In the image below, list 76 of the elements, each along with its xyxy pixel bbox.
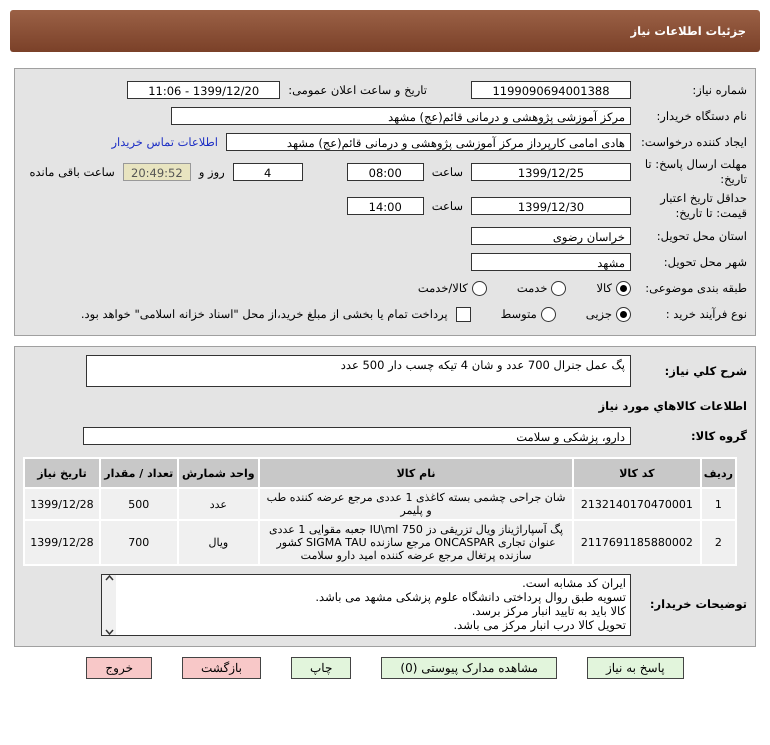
note-line: کالا باید به تایید انبار مرکز برسد. xyxy=(470,604,626,618)
table-cell: 2 xyxy=(702,521,735,564)
field-label: شرح كلي نياز: xyxy=(664,364,747,378)
table-cell: 700 xyxy=(100,521,177,564)
page-header: جزئیات اطلاعات نیاز xyxy=(10,10,760,52)
field-label: ساعت باقی مانده xyxy=(30,165,115,179)
option-label: کالا xyxy=(596,281,612,295)
action-button[interactable]: چاپ xyxy=(291,657,352,679)
city-field: مشهد xyxy=(471,253,631,271)
table-cell: عدد xyxy=(178,489,258,519)
field-label: شماره نیاز: xyxy=(691,82,747,98)
field-label: ساعت xyxy=(432,199,463,213)
field-label: ایجاد کننده درخواست: xyxy=(640,134,747,150)
table-cell: ویال xyxy=(178,521,258,564)
contact-link[interactable]: اطلاعات تماس خریدار xyxy=(111,135,218,149)
deadline-time-field: 08:00 xyxy=(346,163,424,181)
table-cell: شان جراحی چشمی بسته کاغذی 1 عددی مرجع عرضه کننده طب و پلیمر xyxy=(260,489,572,519)
radio-button[interactable] xyxy=(616,280,631,296)
field-label: حداقل تاریخ اعتبار قیمت: تا تاریخ: xyxy=(658,191,747,221)
radio-button[interactable] xyxy=(540,306,556,322)
section-title: اطلاعات كالاهاي مورد نياز xyxy=(598,399,747,413)
province-field: خراسان رضوی xyxy=(471,227,631,245)
table-cell: 1 xyxy=(702,489,735,519)
table-cell: 1399/12/28 xyxy=(25,521,99,564)
field-label: نوع فرآیند خرید : xyxy=(664,306,747,322)
field-label: روز و xyxy=(198,165,225,179)
note-line: تحویل کالا درب انبار مرکز می باشد. xyxy=(452,618,626,632)
radio-button[interactable] xyxy=(551,280,566,296)
column-header: نام کالا xyxy=(260,459,572,487)
action-button[interactable]: مشاهده مدارک پیوستی (0) xyxy=(381,657,557,679)
radio-button[interactable] xyxy=(616,306,631,322)
scroll-down-icon[interactable] xyxy=(104,629,114,635)
deadline-date-field: 1399/12/25 xyxy=(471,163,631,181)
remaining-time-field: 20:49:52 xyxy=(122,163,191,181)
need-number-field: 1199090694001388 xyxy=(471,81,631,99)
days-field: 4 xyxy=(232,163,303,181)
requester-field: هادی امامی کارپرداز مرکز آموزشی پژوهشی و درمانی قائم(عج) مشهد xyxy=(226,133,631,151)
field-label: تاریخ و ساعت اعلان عمومی: xyxy=(288,83,427,97)
note-line: ایران کد مشابه است. xyxy=(521,576,626,590)
buyer-org-field: مرکز آموزشی پژوهشی و درمانی قائم(عج) مشهد xyxy=(171,107,631,125)
field-label: شهر محل تحویل: xyxy=(662,254,747,270)
announce-date-field: 1399/12/20 - 11:06 xyxy=(127,81,280,99)
field-label: طبقه بندی موضوعی: xyxy=(644,280,747,296)
radio-button[interactable] xyxy=(472,280,487,296)
table-cell: 2132140170470001 xyxy=(574,489,700,519)
option-label: کالا/خدمت xyxy=(418,281,468,295)
field-label: مهلت ارسال پاسخ: تا تاریخ: xyxy=(644,157,747,187)
option-label: متوسط xyxy=(500,307,537,321)
goods-group-field: دارو، پزشکی و سلامت xyxy=(83,427,631,445)
action-button[interactable]: بازگشت xyxy=(182,657,261,679)
action-button[interactable]: خروج xyxy=(86,657,152,679)
description-field: پگ عمل جنرال 700 عدد و شان 4 تیکه چسب دار 500 عدد xyxy=(86,355,631,387)
column-header: واحد شمارش xyxy=(178,459,258,487)
column-header: کد کالا xyxy=(574,459,700,487)
field-label: استان محل تحویل: xyxy=(656,228,747,244)
field-label: ساعت xyxy=(432,165,463,179)
option-label: جزیی xyxy=(586,307,612,321)
validity-time-field: 14:00 xyxy=(346,197,424,215)
table-cell: 500 xyxy=(100,489,177,519)
option-label: خدمت xyxy=(516,281,548,295)
validity-date-field: 1399/12/30 xyxy=(471,197,631,215)
table-cell: پگ آسپاراژیناز ویال تزریقی دز 750 IU\ml جعبه مقوایی 1 عددی عنوان تجاری ONCASPAR مرجع سازنده SIGMA TAU کشور سازنده پرتغال مرجع عرضه کننده امید دارو سلامت xyxy=(260,521,572,564)
table-cell: 2117691185880002 xyxy=(574,521,700,564)
column-header: تاریخ نیاز xyxy=(25,459,99,487)
note-line: تسویه طبق روال پرداختی دانشگاه علوم پزشکی مشهد می باشد. xyxy=(314,590,626,604)
payment-note: پرداخت تمام یا بخشی از مبلغ خرید،از محل "اسناد خزانه اسلامی" خواهد بود. xyxy=(80,307,448,321)
field-label: نام دستگاه خریدار: xyxy=(655,108,747,124)
field-label: توضیحات خریدار: xyxy=(648,596,747,612)
field-label: گروه کالا: xyxy=(690,428,747,444)
checkbox[interactable] xyxy=(456,306,471,322)
scroll-up-icon[interactable] xyxy=(104,575,114,581)
column-header: تعداد / مقدار xyxy=(100,459,177,487)
table-cell: 1399/12/28 xyxy=(25,489,99,519)
action-button[interactable]: پاسخ به نیاز xyxy=(586,657,684,679)
scrollbar[interactable] xyxy=(102,575,116,635)
column-header: ردیف xyxy=(702,459,735,487)
